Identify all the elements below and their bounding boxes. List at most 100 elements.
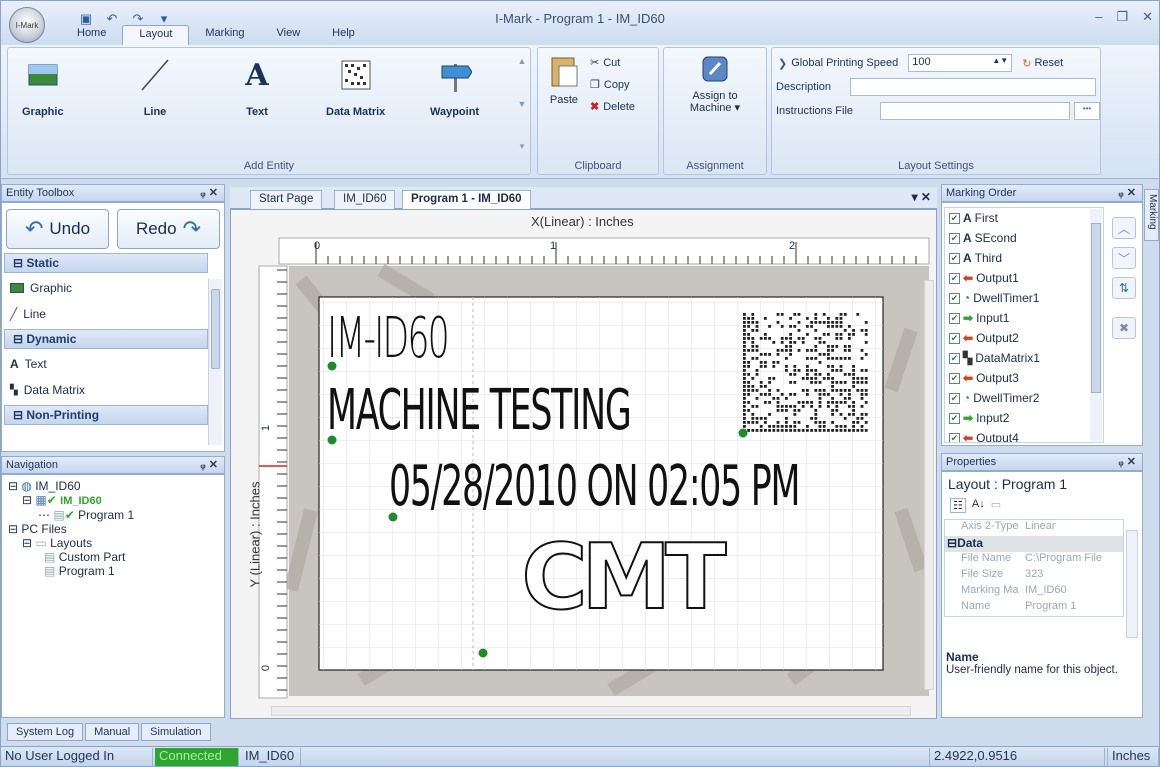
alphabetical-icon[interactable]: A↓ [972, 498, 985, 513]
marking-order-item[interactable]: ✔ ◔ DwellTimer1 [945, 288, 1103, 308]
canvas-vscroll[interactable] [924, 280, 934, 690]
properties-pin-close-icon[interactable]: ᵩ ✕ [1118, 455, 1136, 468]
text-button[interactable]: A Text [240, 58, 274, 119]
prop-row-name[interactable]: Name Program 1 [945, 600, 1123, 616]
move-down-button[interactable]: ﹀ [1112, 247, 1136, 269]
tab-marking[interactable]: Marking [189, 25, 260, 45]
maximize-icon[interactable]: ❐ [1116, 9, 1128, 25]
marking-order-item[interactable]: ✔ A First [945, 208, 1103, 228]
non-printing-section[interactable]: ⊟ Non-Printing [4, 405, 208, 425]
tab-help[interactable]: Help [316, 25, 371, 45]
graphic-button[interactable]: Graphic [22, 58, 64, 118]
marking-order-item[interactable]: ✔ ⬅ Output1 [945, 268, 1103, 288]
reset-button[interactable]: ↻ Reset [1022, 57, 1063, 70]
checkbox-icon[interactable]: ✔ [949, 212, 960, 224]
spinner-arrows-icon[interactable]: ▲▼ [992, 56, 1008, 70]
toolbox-scrollbar[interactable] [208, 279, 222, 445]
marking-order-item[interactable]: ✔ ⬅ Output2 [945, 328, 1103, 348]
line-button[interactable]: Line [138, 58, 172, 118]
tab-system-log[interactable]: System Log [7, 723, 84, 741]
prop-row-file-size[interactable]: File Size 323 [945, 568, 1123, 584]
marking-order-item[interactable]: ✔ A SEcond [945, 228, 1103, 248]
minimize-icon[interactable]: – [1095, 9, 1102, 25]
dynamic-section[interactable]: ⊟ Dynamic [4, 329, 208, 349]
tab-view[interactable]: View [261, 25, 317, 45]
property-pages-icon[interactable]: ▭ [991, 498, 1001, 513]
tree-custom-part[interactable]: ▤ Custom Part [8, 550, 218, 564]
tree-pc-files[interactable]: ⊟ PC Files [8, 522, 218, 536]
tab-layout[interactable]: Layout [122, 25, 190, 45]
cmt-logo[interactable]: CMT [520, 524, 733, 631]
checkbox-icon[interactable]: ✔ [949, 292, 960, 304]
cut-button[interactable]: ✂ Cut [590, 56, 620, 70]
doc-tab-im-id60[interactable]: IM_ID60 [334, 190, 396, 209]
prop-category-data[interactable]: ⊟ Data [945, 536, 1123, 552]
doc-tab-menu-close-icon[interactable]: ▾ ✕ [912, 190, 931, 204]
prop-row-file-name[interactable]: File Name C:\Program File [945, 552, 1123, 568]
toolbox-text[interactable]: A Text [2, 351, 210, 377]
marking-order-item[interactable]: ✔ ⬅ Output3 [945, 368, 1103, 388]
tree-program-1[interactable]: ▤ Program 1 [8, 564, 218, 578]
tree-root[interactable]: ⊟ ◍ IM_ID60 [8, 479, 218, 493]
description-field[interactable] [850, 78, 1096, 96]
tree-layouts[interactable]: ⊟ ▭ Layouts [8, 536, 218, 550]
close-window-icon[interactable]: ✕ [1142, 9, 1153, 25]
marking-side-tab[interactable]: Marking [1144, 189, 1159, 241]
static-section[interactable]: ⊟ Static [4, 253, 208, 273]
move-up-button[interactable]: ︿ [1112, 217, 1136, 239]
checkbox-icon[interactable]: ✔ [949, 392, 960, 404]
data-matrix-button[interactable]: Data Matrix [326, 58, 385, 118]
assign-to-machine-button[interactable]: Assign to Machine ▾ [664, 54, 766, 114]
toolbox-scroll-thumb[interactable] [211, 289, 220, 369]
canvas-hscroll[interactable] [271, 706, 911, 716]
marking-order-pin-close-icon[interactable]: ᵩ ✕ [1118, 186, 1136, 199]
pin-close-icon[interactable]: ᵩ ✕ [200, 186, 218, 199]
doc-tab-start-page[interactable]: Start Page [250, 190, 323, 209]
tab-home[interactable]: Home [61, 25, 122, 45]
marking-order-item[interactable]: ✔ ▚ DataMatrix1 [945, 348, 1103, 368]
anchor-dot-datamatrix[interactable] [738, 428, 748, 438]
checkbox-icon[interactable]: ✔ [949, 232, 960, 244]
marking-order-item[interactable]: ✔ A Third [945, 248, 1103, 268]
toolbox-graphic[interactable]: Graphic [2, 275, 210, 301]
delete-button[interactable]: ✖ Delete [590, 100, 635, 114]
checkbox-icon[interactable]: ✔ [949, 312, 960, 324]
text-entity-line2[interactable]: MACHINE TESTING [327, 378, 632, 443]
property-grid-scrollbar[interactable] [1126, 530, 1138, 638]
anchor-dot-logo[interactable] [478, 648, 488, 658]
gallery-scroll[interactable]: ▲ ▼ ▾ [516, 56, 528, 152]
checkbox-icon[interactable]: ✔ [949, 272, 960, 284]
toolbox-line[interactable]: ╱ Line [2, 301, 210, 327]
tab-manual[interactable]: Manual [85, 723, 140, 741]
marking-scroll-thumb[interactable] [1091, 223, 1101, 393]
redo-button[interactable]: Redo ↷ [117, 209, 220, 249]
paste-button[interactable]: Paste [544, 54, 584, 106]
marking-order-item[interactable]: ✔ ◔ DwellTimer2 [945, 388, 1103, 408]
tab-simulation[interactable]: Simulation [141, 723, 211, 741]
waypoint-button[interactable]: Waypoint [430, 58, 479, 118]
marking-order-item[interactable]: ✔ ➡ Input1 [945, 308, 1103, 328]
marking-list-scrollbar[interactable] [1090, 209, 1102, 441]
prop-row-axis2[interactable]: Axis 2-Type Linear [945, 520, 1123, 536]
text-entity-line1[interactable]: IM-ID60 [327, 306, 450, 371]
speed-spinner[interactable]: 100 ▲▼ [908, 54, 1013, 72]
prop-row-marking-machine[interactable]: Marking Ma IM_ID60 [945, 584, 1123, 600]
checkbox-icon[interactable]: ✔ [949, 332, 960, 344]
browse-button[interactable]: ••• [1074, 102, 1100, 120]
undo-button[interactable]: ↶ Undo [6, 209, 109, 249]
checkbox-icon[interactable]: ✔ [949, 432, 960, 442]
checkbox-icon[interactable]: ✔ [949, 372, 960, 384]
checkbox-icon[interactable]: ✔ [949, 352, 960, 364]
navigation-pin-close-icon[interactable]: ᵩ ✕ [200, 458, 218, 471]
sort-button[interactable]: ⇅ [1112, 277, 1136, 299]
remove-button[interactable]: ✖ [1112, 317, 1136, 339]
copy-button[interactable]: ❐ Copy [590, 78, 630, 92]
tree-program[interactable]: ⋯ ▤✔ Program 1 [8, 508, 218, 522]
text-entity-line3[interactable]: 05/28/2010 ON 02:05 PM [389, 454, 800, 519]
tree-machine[interactable]: ⊟ ▦✔ IM_ID60 [8, 493, 218, 508]
doc-tab-program-1[interactable]: Program 1 - IM_ID60 [402, 190, 531, 209]
checkbox-icon[interactable]: ✔ [949, 412, 960, 424]
layout-canvas[interactable]: CMT X(Linear) : Inches Y (Linear) : Inch… [230, 209, 937, 719]
instructions-field[interactable] [880, 102, 1070, 120]
marking-order-item[interactable]: ✔ ➡ Input2 [945, 408, 1103, 428]
